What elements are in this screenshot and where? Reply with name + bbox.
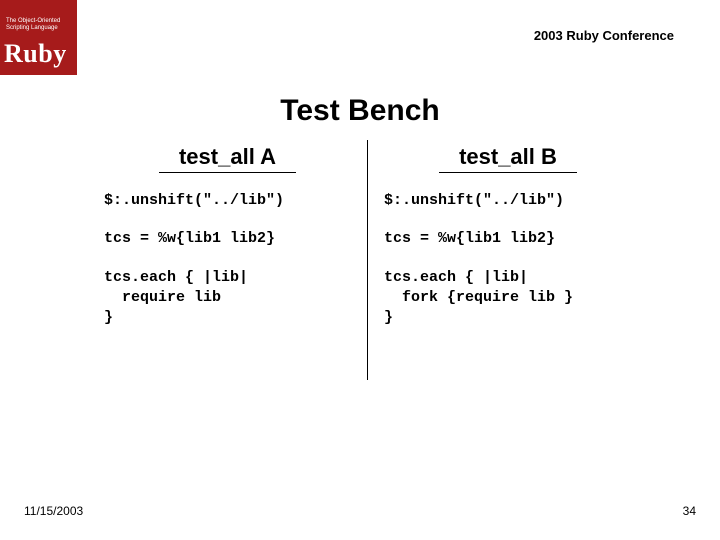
footer-page-number: 34	[683, 504, 696, 518]
column-a-code-3: tcs.each { |lib| require lib }	[104, 268, 359, 329]
columns-container: test_all A $:.unshift("../lib") tcs = %w…	[88, 140, 648, 380]
column-b-code-1: $:.unshift("../lib")	[384, 191, 640, 211]
column-a-heading: test_all A	[159, 144, 296, 173]
ruby-logo: The Object-Oriented Scripting Language R…	[0, 0, 77, 75]
column-b-code-2: tcs = %w{lib1 lib2}	[384, 229, 640, 249]
slide-title: Test Bench	[0, 94, 720, 128]
logo-name: Ruby	[4, 39, 67, 69]
logo-tagline: The Object-Oriented Scripting Language	[6, 18, 72, 31]
slide: The Object-Oriented Scripting Language R…	[0, 0, 720, 540]
column-a-code-1: $:.unshift("../lib")	[104, 191, 359, 211]
column-a-code-2: tcs = %w{lib1 lib2}	[104, 229, 359, 249]
column-a: test_all A $:.unshift("../lib") tcs = %w…	[88, 140, 368, 380]
footer-date: 11/15/2003	[24, 504, 83, 518]
conference-header: 2003 Ruby Conference	[534, 28, 674, 43]
column-b-heading: test_all B	[439, 144, 577, 173]
column-b-code-3: tcs.each { |lib| fork {require lib } }	[384, 268, 640, 329]
column-b: test_all B $:.unshift("../lib") tcs = %w…	[368, 140, 648, 380]
